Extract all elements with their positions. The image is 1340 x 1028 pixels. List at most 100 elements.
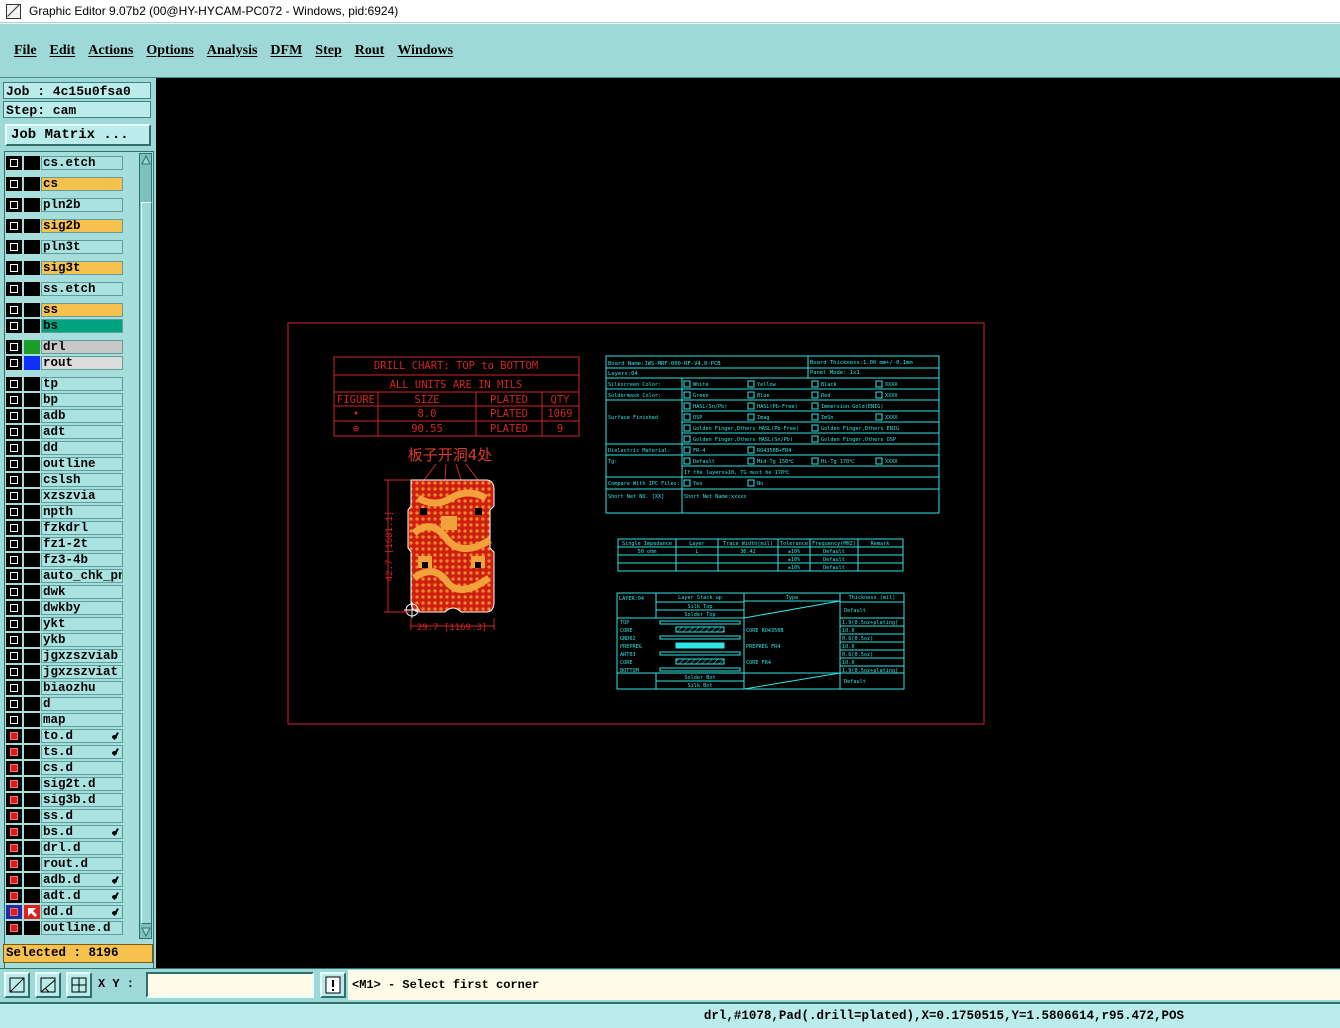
- layer-name[interactable]: bs.d: [41, 825, 123, 839]
- layer-affected-box[interactable]: [24, 457, 40, 471]
- layer-checkbox[interactable]: [6, 489, 22, 503]
- scroll-down-icon[interactable]: [141, 927, 151, 937]
- layer-checkbox[interactable]: [6, 319, 22, 333]
- layer-name[interactable]: sig3t: [41, 261, 123, 275]
- layer-affected-box[interactable]: [24, 841, 40, 855]
- layer-affected-box[interactable]: [24, 905, 40, 919]
- menu-step[interactable]: Step: [315, 43, 341, 59]
- layer-checkbox[interactable]: [6, 473, 22, 487]
- snap-grid-button[interactable]: [66, 972, 92, 998]
- layer-checkbox[interactable]: [6, 841, 22, 855]
- layer-affected-box[interactable]: [24, 521, 40, 535]
- layer-checkbox[interactable]: [6, 505, 22, 519]
- layer-name[interactable]: dwkby: [41, 601, 123, 615]
- menu-rout[interactable]: Rout: [355, 43, 385, 59]
- layer-checkbox[interactable]: [6, 665, 22, 679]
- layer-affected-box[interactable]: [24, 729, 40, 743]
- menu-edit[interactable]: Edit: [50, 43, 76, 59]
- layer-name[interactable]: outline.d: [41, 921, 123, 935]
- layer-name[interactable]: cs: [41, 177, 123, 191]
- layer-name[interactable]: ss.etch: [41, 282, 123, 296]
- layer-checkbox[interactable]: [6, 921, 22, 935]
- layer-affected-box[interactable]: [24, 240, 40, 254]
- layer-checkbox[interactable]: [6, 713, 22, 727]
- layer-checkbox[interactable]: [6, 761, 22, 775]
- layer-affected-box[interactable]: [24, 745, 40, 759]
- layer-name[interactable]: sig3b.d: [41, 793, 123, 807]
- layer-name[interactable]: sig2b: [41, 219, 123, 233]
- layer-name[interactable]: adb: [41, 409, 123, 423]
- layer-name[interactable]: bp: [41, 393, 123, 407]
- layer-affected-box[interactable]: [24, 665, 40, 679]
- xy-input[interactable]: [146, 972, 314, 998]
- layer-checkbox[interactable]: [6, 729, 22, 743]
- layer-checkbox[interactable]: [6, 377, 22, 391]
- layer-name[interactable]: outline: [41, 457, 123, 471]
- layer-checkbox[interactable]: [6, 697, 22, 711]
- layer-name[interactable]: drl.d: [41, 841, 123, 855]
- layer-affected-box[interactable]: [24, 649, 40, 663]
- layer-affected-box[interactable]: [24, 319, 40, 333]
- layer-checkbox[interactable]: [6, 261, 22, 275]
- layer-checkbox[interactable]: [6, 340, 22, 354]
- layer-checkbox[interactable]: [6, 156, 22, 170]
- layer-affected-box[interactable]: [24, 198, 40, 212]
- menu-windows[interactable]: Windows: [397, 43, 453, 59]
- layer-affected-box[interactable]: [24, 697, 40, 711]
- layer-name[interactable]: ykt: [41, 617, 123, 631]
- graphic-canvas[interactable]: DRILL CHART: TOP to BOTTOM ALL UNITS ARE…: [156, 78, 1340, 968]
- layer-checkbox[interactable]: [6, 777, 22, 791]
- layer-name[interactable]: adt.d: [41, 889, 123, 903]
- layer-affected-box[interactable]: [24, 777, 40, 791]
- layer-affected-box[interactable]: [24, 393, 40, 407]
- layer-checkbox[interactable]: [6, 441, 22, 455]
- layer-checkbox[interactable]: [6, 425, 22, 439]
- layer-affected-box[interactable]: [24, 303, 40, 317]
- layer-name[interactable]: fz3-4b: [41, 553, 123, 567]
- menu-actions[interactable]: Actions: [88, 43, 133, 59]
- layer-affected-box[interactable]: [24, 282, 40, 296]
- layer-checkbox[interactable]: [6, 825, 22, 839]
- layer-checkbox[interactable]: [6, 356, 22, 370]
- layer-name[interactable]: cslsh: [41, 473, 123, 487]
- layer-affected-box[interactable]: [24, 857, 40, 871]
- layer-name[interactable]: npth: [41, 505, 123, 519]
- layer-affected-box[interactable]: [24, 553, 40, 567]
- menu-file[interactable]: File: [14, 43, 37, 59]
- layer-affected-box[interactable]: [24, 873, 40, 887]
- layer-name[interactable]: jgxzszviat: [41, 665, 123, 679]
- layer-checkbox[interactable]: [6, 553, 22, 567]
- layer-name[interactable]: ts.d: [41, 745, 123, 759]
- layer-affected-box[interactable]: [24, 537, 40, 551]
- layer-affected-box[interactable]: [24, 409, 40, 423]
- layer-checkbox[interactable]: [6, 601, 22, 615]
- layer-name[interactable]: sig2t.d: [41, 777, 123, 791]
- layer-affected-box[interactable]: [24, 601, 40, 615]
- layer-name[interactable]: dd: [41, 441, 123, 455]
- layer-checkbox[interactable]: [6, 873, 22, 887]
- menu-options[interactable]: Options: [146, 43, 193, 59]
- layer-checkbox[interactable]: [6, 393, 22, 407]
- layer-checkbox[interactable]: [6, 457, 22, 471]
- menu-dfm[interactable]: DFM: [270, 43, 302, 59]
- layer-name[interactable]: map: [41, 713, 123, 727]
- scroll-up-icon[interactable]: [141, 155, 151, 165]
- layer-scrollbar[interactable]: [139, 153, 152, 939]
- scroll-thumb[interactable]: [141, 202, 152, 924]
- layer-name[interactable]: to.d: [41, 729, 123, 743]
- layer-name[interactable]: dwk: [41, 585, 123, 599]
- layer-checkbox[interactable]: [6, 809, 22, 823]
- layer-name[interactable]: cs.etch: [41, 156, 123, 170]
- layer-affected-box[interactable]: [24, 921, 40, 935]
- layer-name[interactable]: auto_chk_pn: [41, 569, 123, 583]
- layer-affected-box[interactable]: [24, 156, 40, 170]
- layer-checkbox[interactable]: [6, 857, 22, 871]
- layer-checkbox[interactable]: [6, 745, 22, 759]
- layer-affected-box[interactable]: [24, 569, 40, 583]
- layer-affected-box[interactable]: [24, 681, 40, 695]
- layer-name[interactable]: pln2b: [41, 198, 123, 212]
- layer-name[interactable]: cs.d: [41, 761, 123, 775]
- layer-checkbox[interactable]: [6, 585, 22, 599]
- layer-name[interactable]: drl: [41, 340, 123, 354]
- layer-name[interactable]: rout: [41, 356, 123, 370]
